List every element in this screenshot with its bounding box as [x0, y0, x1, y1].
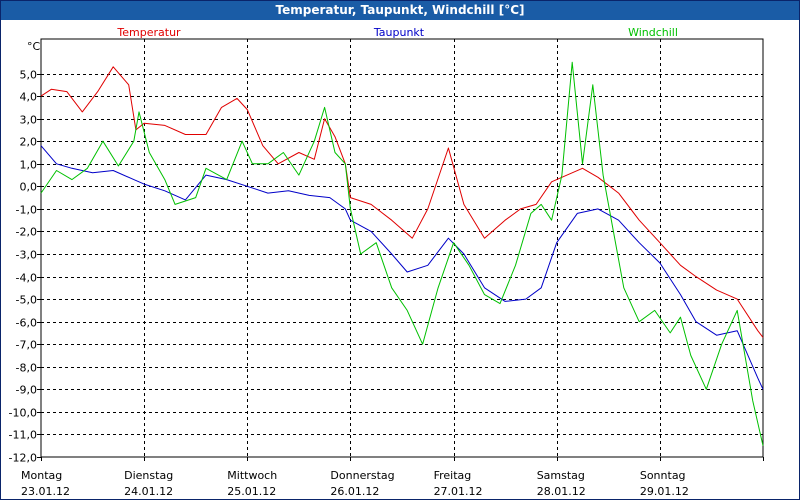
y-tick-label: -2,0	[16, 226, 37, 239]
x-tick-weekday-label: Samstag	[537, 469, 585, 482]
y-tick-label: -7,0	[16, 339, 37, 352]
x-tick-date-label: 25.01.12	[227, 485, 276, 498]
x-tick-date-label: 24.01.12	[124, 485, 173, 498]
y-tick-label: 2,0	[20, 136, 38, 149]
y-tick-label: -8,0	[16, 362, 37, 375]
line-chart: °C 5,0 4,0 3,0 2,0 1,0 0,0 -1,0 -2,0 -3,0 -4,0 -5,0…	[9, 26, 764, 498]
chart-window: Temperatur, Taupunkt, Windchill [°C] °C 5…	[0, 0, 800, 500]
y-axis-unit: °C	[27, 40, 41, 53]
y-tick-label: -3,0	[16, 249, 37, 262]
x-tick-weekday-label: Dienstag	[124, 469, 173, 482]
y-tick-label: -11,0	[9, 429, 37, 442]
y-tick-label: 1,0	[20, 159, 38, 172]
x-tick-weekday-label: Freitag	[434, 469, 472, 482]
y-tick-label: -6,0	[16, 317, 37, 330]
plot-frame	[40, 38, 764, 458]
y-tick-label: 0,0	[20, 181, 38, 194]
y-tick-label: 3,0	[20, 114, 38, 127]
x-tick-date-label: 27.01.12	[434, 485, 483, 498]
y-tick-label: -10,0	[9, 407, 37, 420]
x-tick-weekday-label: Sonntag	[640, 469, 686, 482]
legend-entry-windchill: Windchill	[628, 26, 678, 39]
x-tick-weekday-label: Mittwoch	[227, 469, 277, 482]
x-tick-date-label: 23.01.12	[21, 485, 70, 498]
y-tick-label: -12,0	[9, 452, 37, 465]
y-tick-label: -9,0	[16, 384, 37, 397]
y-tick-label: -1,0	[16, 204, 37, 217]
y-tick-label: 5,0	[20, 69, 38, 82]
legend-entry-temperatur: Temperatur	[116, 26, 181, 39]
y-tick-label: -4,0	[16, 272, 37, 285]
x-tick-date-label: 26.01.12	[330, 485, 379, 498]
x-tick-date-label: 29.01.12	[640, 485, 689, 498]
y-tick-label: 4,0	[20, 91, 38, 104]
x-tick-date-label: 28.01.12	[537, 485, 586, 498]
x-tick-weekday-label: Donnerstag	[330, 469, 394, 482]
legend-entry-taupunkt: Taupunkt	[373, 26, 425, 39]
x-tick-weekday-label: Montag	[21, 469, 62, 482]
y-tick-label: -5,0	[16, 294, 37, 307]
